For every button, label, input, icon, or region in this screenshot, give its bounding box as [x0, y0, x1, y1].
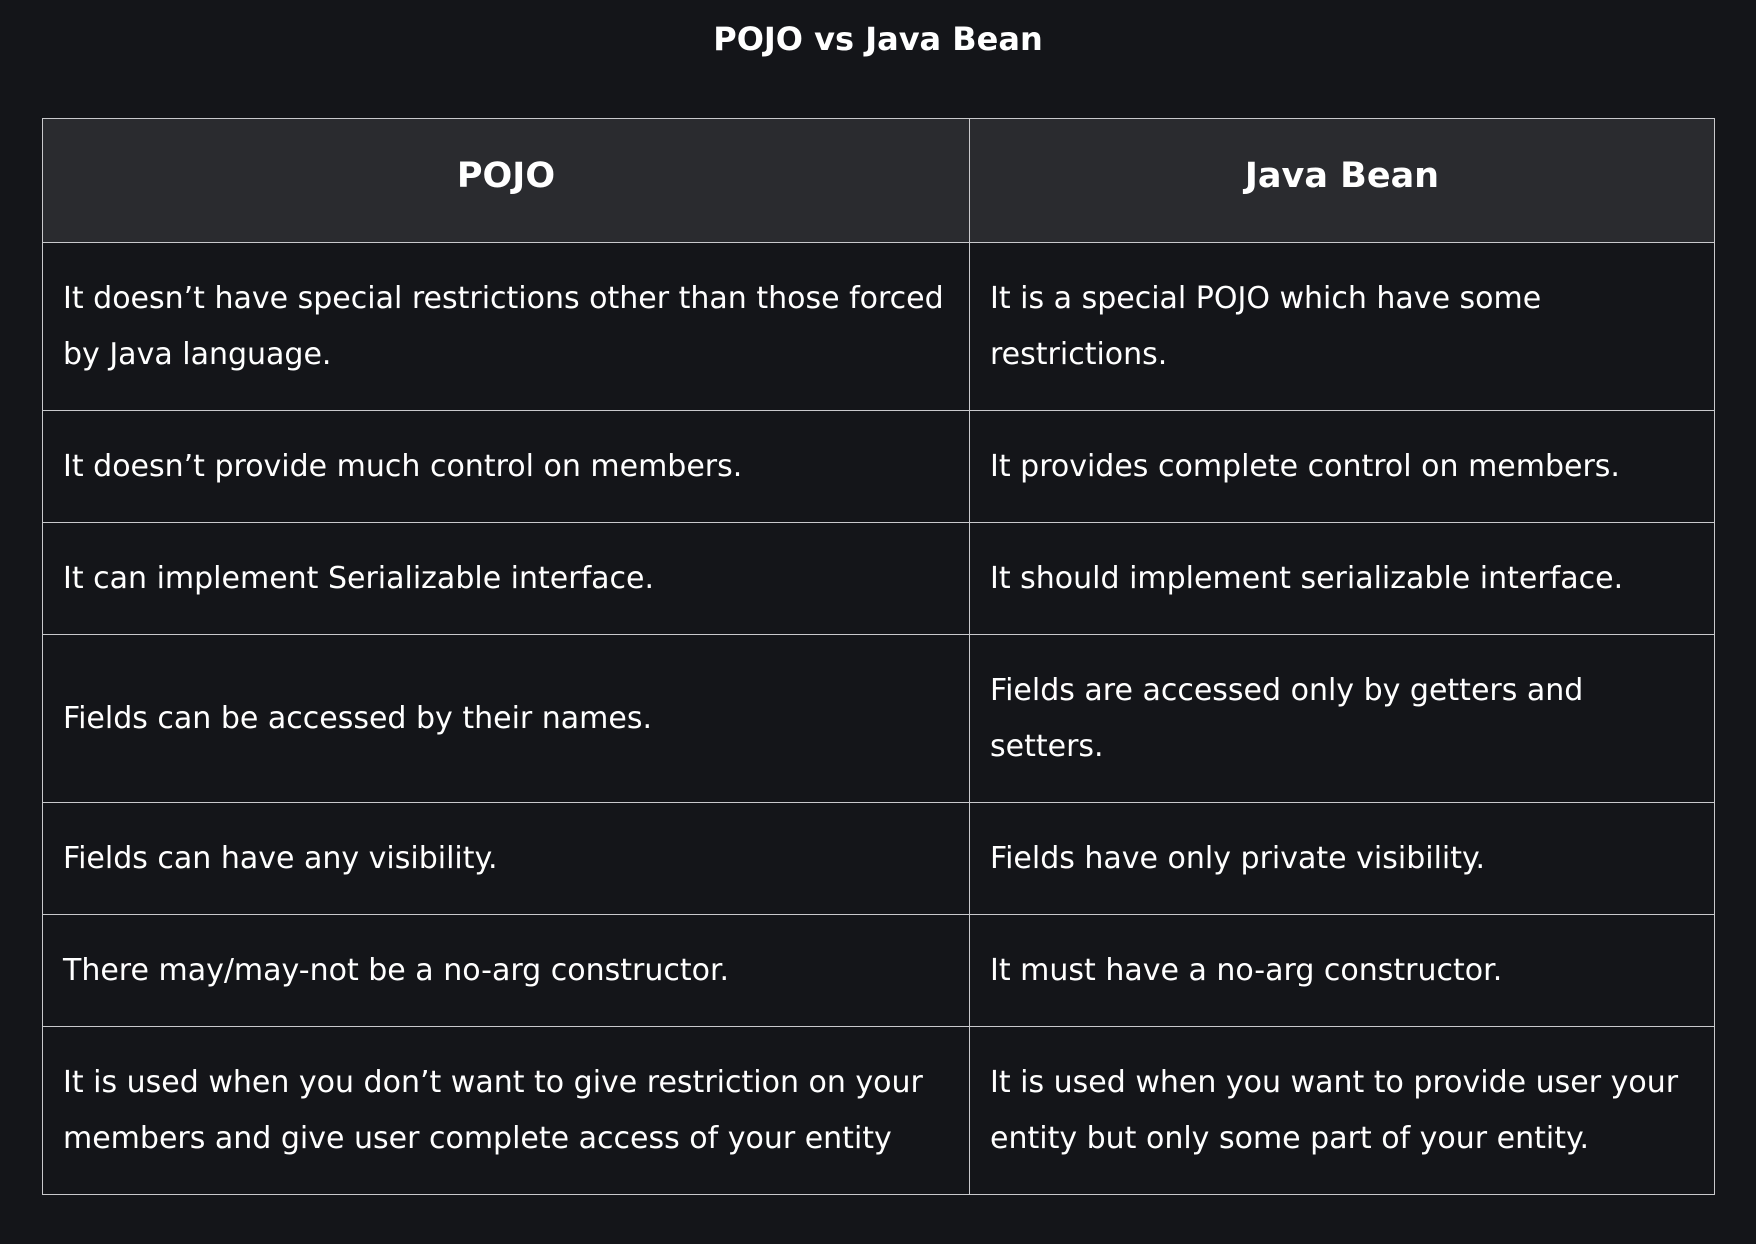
table-row: It doesn’t have special restrictions oth… — [42, 242, 1715, 411]
pojo-cell: It can implement Serializable interface. — [42, 522, 970, 635]
java-bean-cell: Fields are accessed only by getters and … — [969, 634, 1715, 803]
column-header-java-bean: Java Bean — [969, 118, 1715, 243]
table-row: There may/may-not be a no-arg constructo… — [42, 914, 1715, 1027]
page-title: POJO vs Java Bean — [713, 20, 1043, 58]
table-row: It can implement Serializable interface.… — [42, 522, 1715, 635]
table-row: It is used when you don’t want to give r… — [42, 1026, 1715, 1195]
pojo-cell: It doesn’t have special restrictions oth… — [42, 242, 970, 411]
table-row: It doesn’t provide much control on membe… — [42, 410, 1715, 523]
pojo-cell: There may/may-not be a no-arg constructo… — [42, 914, 970, 1027]
pojo-cell: It doesn’t provide much control on membe… — [42, 410, 970, 523]
java-bean-cell: It is used when you want to provide user… — [969, 1026, 1715, 1195]
column-header-pojo: POJO — [42, 118, 970, 243]
pojo-cell: Fields can be accessed by their names. — [42, 634, 970, 803]
table-row: Fields can have any visibility. Fields h… — [42, 802, 1715, 915]
pojo-cell: Fields can have any visibility. — [42, 802, 970, 915]
java-bean-cell: It provides complete control on members. — [969, 410, 1715, 523]
java-bean-cell: It should implement serializable interfa… — [969, 522, 1715, 635]
page: POJO vs Java Bean POJO Java Bean It does… — [0, 0, 1756, 1244]
comparison-table: POJO Java Bean It doesn’t have special r… — [42, 118, 1715, 1195]
table-row: Fields can be accessed by their names. F… — [42, 634, 1715, 803]
java-bean-cell: It must have a no-arg constructor. — [969, 914, 1715, 1027]
pojo-cell: It is used when you don’t want to give r… — [42, 1026, 970, 1195]
java-bean-cell: It is a special POJO which have some res… — [969, 242, 1715, 411]
table-header-row: POJO Java Bean — [42, 118, 1715, 243]
java-bean-cell: Fields have only private visibility. — [969, 802, 1715, 915]
